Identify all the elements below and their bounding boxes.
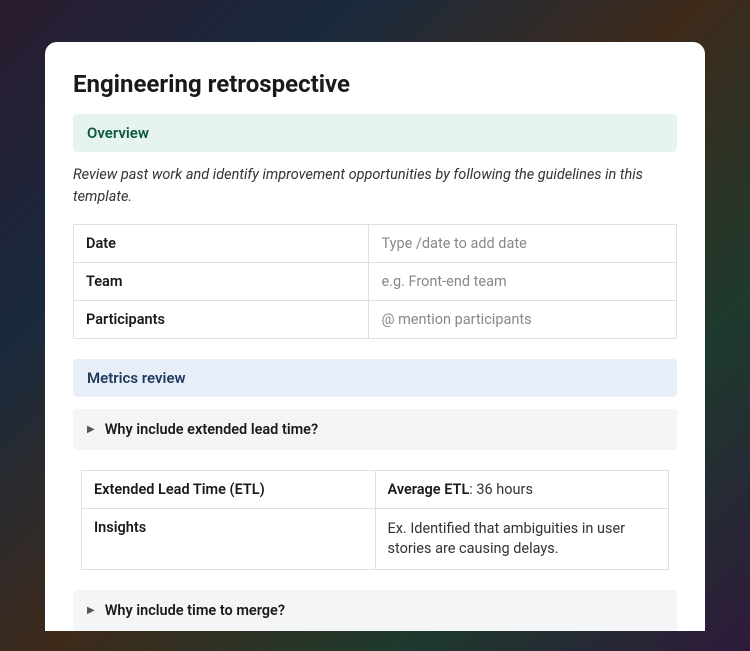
table-row: Insights Ex. Identified that ambiguities… <box>82 508 669 570</box>
avg-etl-label: Average ETL <box>388 481 470 498</box>
table-row: Team e.g. Front-end team <box>74 262 677 300</box>
etl-label: Extended Lead Time (ETL) <box>82 470 376 508</box>
metrics-section-header: Metrics review <box>73 359 677 397</box>
etl-value[interactable]: Average ETL: 36 hours <box>375 470 669 508</box>
participants-label: Participants <box>74 300 369 338</box>
insights-label: Insights <box>82 508 376 570</box>
team-label: Team <box>74 262 369 300</box>
page-title: Engineering retrospective <box>73 70 677 98</box>
overview-section-header: Overview <box>73 114 677 152</box>
date-value[interactable]: Type /date to add date <box>369 224 677 262</box>
triangle-right-icon: ▶ <box>87 424 95 435</box>
team-value[interactable]: e.g. Front-end team <box>369 262 677 300</box>
overview-info-table: Date Type /date to add date Team e.g. Fr… <box>73 224 677 339</box>
overview-description: Review past work and identify improvemen… <box>73 164 677 208</box>
document-container: Engineering retrospective Overview Revie… <box>45 42 705 631</box>
table-row: Date Type /date to add date <box>74 224 677 262</box>
avg-etl-value: : 36 hours <box>469 481 533 498</box>
table-row: Participants @ mention participants <box>74 300 677 338</box>
date-label: Date <box>74 224 369 262</box>
etl-table: Extended Lead Time (ETL) Average ETL: 36… <box>81 470 669 571</box>
insights-value[interactable]: Ex. Identified that ambiguities in user … <box>375 508 669 570</box>
expandable-lead-time-label: Why include extended lead time? <box>105 421 318 438</box>
table-row: Extended Lead Time (ETL) Average ETL: 36… <box>82 470 669 508</box>
expandable-time-to-merge[interactable]: ▶ Why include time to merge? <box>73 590 677 631</box>
participants-value[interactable]: @ mention participants <box>369 300 677 338</box>
expandable-time-to-merge-label: Why include time to merge? <box>105 602 285 619</box>
triangle-right-icon: ▶ <box>87 605 95 616</box>
expandable-lead-time[interactable]: ▶ Why include extended lead time? <box>73 409 677 450</box>
